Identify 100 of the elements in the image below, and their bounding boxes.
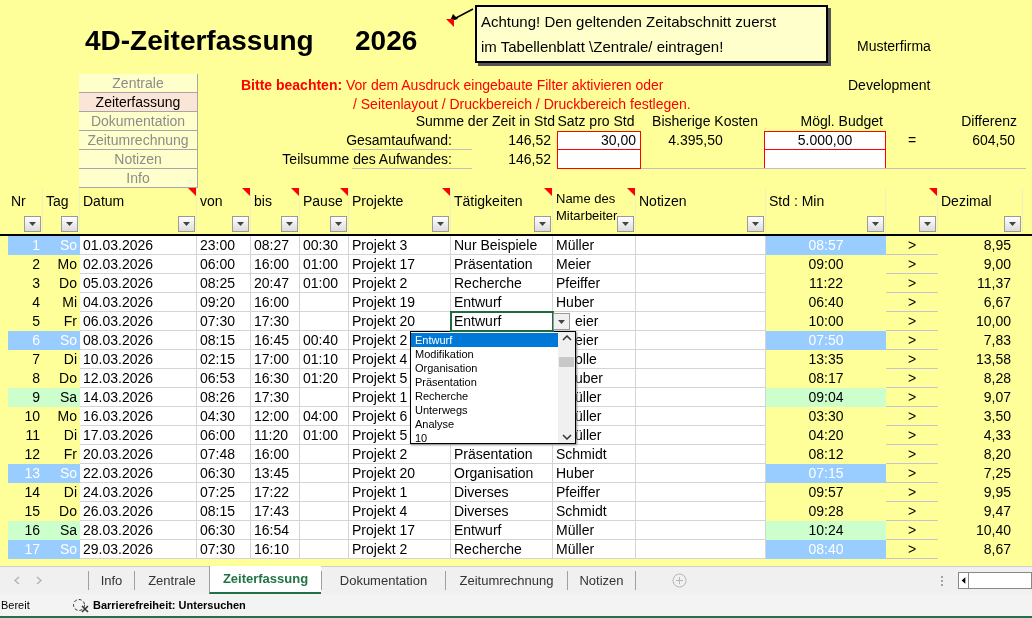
notice-text: Bitte beachten: Vor dem Ausdruck eingebaute Filter aktivieren oder <box>241 76 664 95</box>
arrow-cell: > <box>886 540 938 559</box>
duration-cell: 10:24 <box>766 521 886 540</box>
project-cell: Projekt 2 <box>349 445 451 464</box>
date-cell: 10.03.2026 <box>80 350 197 369</box>
column-header: von <box>200 192 223 211</box>
project-cell: Projekt 17 <box>349 521 451 540</box>
column-header: Nr <box>11 192 26 211</box>
weekday-cell-text: Do <box>58 369 78 388</box>
date-cell: 16.03.2026 <box>80 407 197 426</box>
time-cell: 17:43 <box>251 502 300 521</box>
row-number: 7 <box>31 350 41 369</box>
time-cell: 08:15 <box>197 331 251 350</box>
activity-cell: Diverses <box>451 502 553 521</box>
weekday-cell-text: Do <box>58 274 78 293</box>
decimal-cell-text: 3,50 <box>982 407 1012 426</box>
employee-cell: Pfeiffer <box>553 483 636 502</box>
decimal-cell-text: 9,07 <box>982 388 1012 407</box>
time-cell: 16:54 <box>251 521 300 540</box>
pause-cell: 00:30 <box>300 236 349 255</box>
row-number: 5 <box>31 312 41 331</box>
row-number: 16 <box>8 521 43 540</box>
duration-cell-text: 10:00 <box>807 312 845 331</box>
column-header: Tag <box>46 192 69 211</box>
activity-cell: Recherche <box>451 540 553 559</box>
activity-cell: Diverses <box>451 483 553 502</box>
date-cell: 24.03.2026 <box>80 483 197 502</box>
weekday-cell-text: Di <box>62 350 78 369</box>
sheet-tab[interactable]: Info <box>88 571 134 590</box>
column-label: Satz pro Std <box>556 112 636 131</box>
time-cell: 13:45 <box>251 464 300 483</box>
date-cell: 08.03.2026 <box>80 331 197 350</box>
time-cell: 16:45 <box>251 331 300 350</box>
project-cell: Projekt 17 <box>349 255 451 274</box>
project-cell: Projekt 19 <box>349 293 451 312</box>
time-cell: 06:30 <box>197 521 251 540</box>
value-text: 604,50 <box>972 131 1015 150</box>
nav-link[interactable]: Zeiterfassung <box>79 93 198 112</box>
row-number: 3 <box>31 274 41 293</box>
row-number: 13 <box>8 464 43 483</box>
column-header: Tätigkeiten <box>454 192 523 211</box>
column-header: Std : Min <box>769 192 825 211</box>
decimal-cell-text: 8,67 <box>982 540 1012 559</box>
duration-cell: 09:04 <box>766 388 886 407</box>
column-label: Summe der Zeit in Std <box>415 112 555 131</box>
time-cell: 16:00 <box>251 293 300 312</box>
arrow-cell: > <box>886 293 938 312</box>
weekday-cell-text: Mo <box>56 255 78 274</box>
duration-cell-text: 09:57 <box>807 483 845 502</box>
duration-cell: 07:50 <box>766 331 886 350</box>
pause-cell: 01:00 <box>300 426 349 445</box>
pause-cell: 01:00 <box>300 255 349 274</box>
decimal-cell-text: 8,28 <box>982 369 1012 388</box>
arrow-cell: > <box>886 445 938 464</box>
year-title: 2026 <box>355 24 418 58</box>
time-cell: 07:30 <box>197 312 251 331</box>
column-header: Notizen <box>639 192 687 211</box>
decimal-cell-text: 4,33 <box>982 426 1012 445</box>
duration-cell-text: 09:28 <box>807 502 845 521</box>
arrow-cell: > <box>886 331 938 350</box>
weekday-cell: Sa <box>43 521 80 540</box>
employee-cell: Schmidt <box>553 445 636 464</box>
time-cell: 08:26 <box>197 388 251 407</box>
time-cell: 07:30 <box>197 540 251 559</box>
sheet-tab[interactable]: Notizen <box>567 571 635 590</box>
column-label: Mögl. Budget <box>800 112 883 131</box>
time-cell: 12:00 <box>251 407 300 426</box>
row-label: Gesamtaufwand: <box>346 131 452 150</box>
row-number: 10 <box>23 407 41 426</box>
column-header: Dezimal <box>941 192 992 211</box>
time-cell: 17:00 <box>251 350 300 369</box>
weekday-cell: So <box>43 464 80 483</box>
time-cell: 04:30 <box>197 407 251 426</box>
decimal-cell-text: 9,47 <box>982 502 1012 521</box>
activity-cell: Organisation <box>451 464 553 483</box>
employee-cell: Huber <box>553 293 636 312</box>
duration-cell-text: 08:17 <box>807 369 845 388</box>
duration-cell-text: 09:00 <box>807 255 845 274</box>
accessibility-status[interactable]: Barrierefreiheit: Untersuchen <box>93 596 246 614</box>
decimal-cell-text: 8,95 <box>982 236 1012 255</box>
activity-cell: Entwurf <box>451 521 553 540</box>
weekday-cell: Sa <box>43 388 80 407</box>
project-cell: Projekt 2 <box>349 540 451 559</box>
value-text: 146,52 <box>508 131 551 150</box>
weekday-cell: So <box>43 540 80 559</box>
weekday-cell-text: Fr <box>62 312 78 331</box>
sheet-tab[interactable]: Dokumentation <box>321 571 445 590</box>
pause-cell: 01:00 <box>300 274 349 293</box>
sheet-tab[interactable]: Zeiterfassung <box>209 566 321 594</box>
company-name: Musterfirma <box>857 37 931 56</box>
sheet-tab[interactable]: Zeitumrechnung <box>445 571 567 590</box>
project-cell: Projekt 4 <box>349 502 451 521</box>
employee-cell: Schmidt <box>553 502 636 521</box>
dropdown-option[interactable]: Entwurf <box>411 333 558 347</box>
arrow-cell: > <box>886 407 938 426</box>
status-text: Bereit <box>0 597 31 613</box>
column-header: Name des Mitarbeiter <box>556 190 619 224</box>
activity-cell[interactable]: Entwurf <box>451 312 553 331</box>
duration-cell-text: 08:12 <box>807 445 845 464</box>
row-number: 17 <box>8 540 43 559</box>
